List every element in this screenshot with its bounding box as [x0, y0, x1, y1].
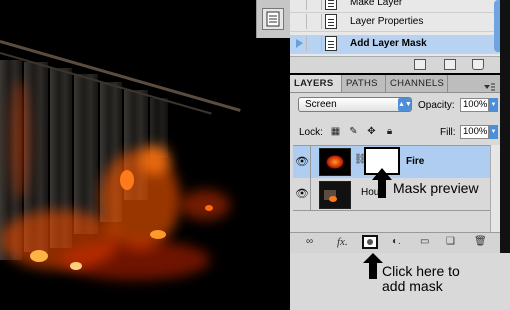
- history-item-label: Make Layer: [350, 0, 403, 8]
- new-document-from-state-icon[interactable]: [414, 59, 426, 70]
- history-panel-icon[interactable]: [262, 8, 284, 30]
- adjustment-layer-icon[interactable]: ◐.: [392, 236, 401, 248]
- panel-menu-icon[interactable]: [482, 79, 496, 91]
- opacity-label: Opacity:: [418, 100, 455, 111]
- history-bottom-bar: [290, 56, 500, 73]
- trash-icon[interactable]: [472, 59, 484, 70]
- click-here-callout: Click here to: [382, 263, 460, 279]
- chevron-updown-icon[interactable]: ▲▼: [398, 98, 412, 111]
- history-item-selected[interactable]: Add Layer Mask: [290, 35, 500, 54]
- tab-paths[interactable]: PATHS: [342, 75, 386, 92]
- chevron-down-icon[interactable]: ▼: [489, 98, 498, 112]
- window-edge: [500, 0, 510, 253]
- fx-layer-style-icon[interactable]: fx.: [337, 236, 348, 248]
- history-state-icon: [325, 0, 337, 10]
- arrow-up-icon: [363, 253, 383, 279]
- opacity-input[interactable]: 100%: [460, 98, 489, 112]
- history-state-icon: [325, 36, 337, 51]
- lock-pixels-brush-icon[interactable]: ✎: [348, 126, 359, 137]
- lock-transparency-icon[interactable]: ▦: [330, 126, 341, 137]
- new-layer-icon[interactable]: ❑: [446, 236, 455, 248]
- blend-mode-select[interactable]: Screen: [298, 97, 412, 112]
- arrow-up-icon: [372, 168, 392, 198]
- canvas-artwork: [0, 0, 290, 310]
- add-layer-mask-icon[interactable]: [362, 235, 378, 249]
- snapshot-camera-icon[interactable]: [444, 59, 456, 70]
- history-item-label: Add Layer Mask: [350, 38, 427, 49]
- fill-input[interactable]: 100%: [460, 125, 489, 139]
- fill-label: Fill:: [440, 127, 456, 138]
- history-state-icon: [325, 14, 337, 29]
- chevron-down-icon[interactable]: ▼: [489, 125, 498, 139]
- history-item[interactable]: Make Layer: [290, 0, 500, 13]
- lock-all-icon[interactable]: 🔒︎: [384, 126, 395, 137]
- layer-name[interactable]: Fire: [406, 156, 424, 167]
- trash-icon[interactable]: 🗑︎: [474, 236, 487, 248]
- tab-channels[interactable]: CHANNELS: [386, 75, 448, 92]
- visibility-eye-icon[interactable]: 👁︎: [295, 155, 309, 169]
- new-group-folder-icon[interactable]: ▭: [420, 236, 429, 248]
- lock-position-move-icon[interactable]: ✥: [366, 126, 377, 137]
- visibility-eye-icon[interactable]: 👁︎: [295, 187, 309, 201]
- click-here-callout-line2: add mask: [382, 278, 443, 294]
- history-item[interactable]: Layer Properties: [290, 13, 500, 32]
- tab-layers[interactable]: LAYERS: [290, 75, 342, 92]
- history-item-label: Layer Properties: [350, 16, 424, 27]
- layer-thumbnail[interactable]: [319, 181, 351, 209]
- mask-preview-callout: Mask preview: [393, 180, 479, 196]
- lock-label: Lock:: [299, 127, 323, 138]
- layer-thumbnail[interactable]: [319, 148, 351, 176]
- link-layers-icon[interactable]: ∞: [306, 236, 313, 248]
- panel-tab-bar: LAYERS PATHS CHANNELS: [290, 75, 500, 93]
